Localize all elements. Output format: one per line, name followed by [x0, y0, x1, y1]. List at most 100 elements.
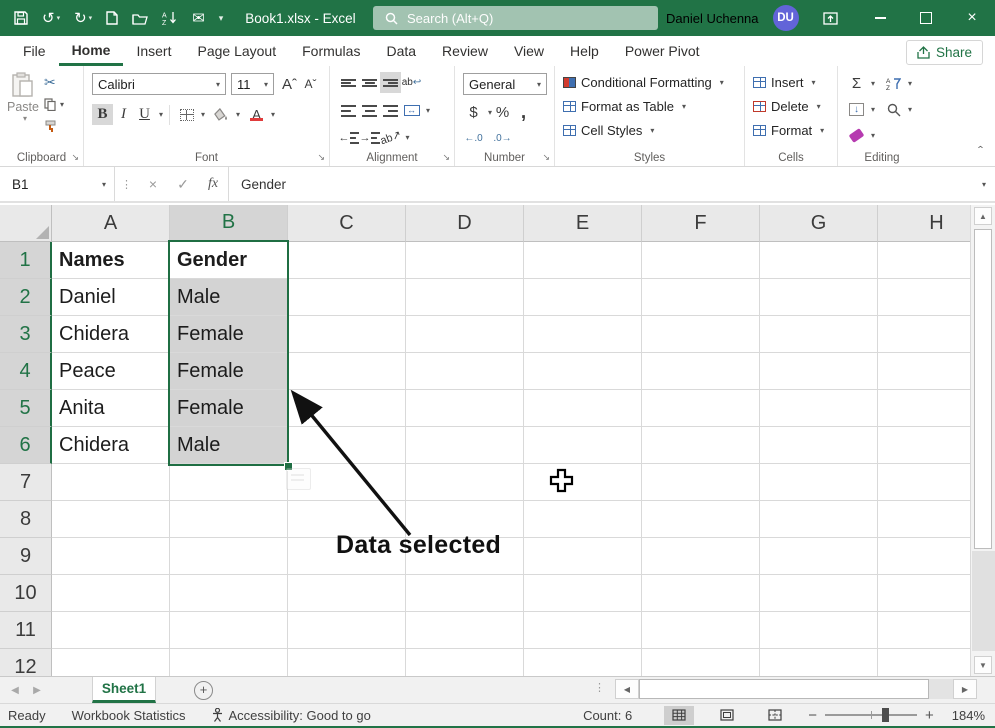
font-color-dropdown[interactable]: ▾ — [271, 110, 275, 119]
row-header-6[interactable]: 6 — [0, 427, 52, 464]
cell-F7[interactable] — [642, 464, 760, 501]
cell-A11[interactable] — [52, 612, 170, 649]
column-header-G[interactable]: G — [760, 205, 878, 242]
cell-A8[interactable] — [52, 501, 170, 538]
tab-review[interactable]: Review — [429, 36, 501, 66]
accessibility-status[interactable]: Accessibility: Good to go — [212, 708, 371, 723]
fill-color-dropdown[interactable]: ▾ — [236, 110, 240, 119]
tab-power-pivot[interactable]: Power Pivot — [612, 36, 713, 66]
new-sheet-icon[interactable]: + — [194, 681, 213, 700]
column-header-B[interactable]: B — [170, 205, 288, 242]
delete-cells-button[interactable]: Delete▾ — [753, 99, 821, 114]
minimize-button[interactable] — [857, 0, 903, 36]
ribbon-display-options-icon[interactable] — [813, 0, 849, 36]
row-header-5[interactable]: 5 — [0, 390, 52, 427]
sort-az-icon[interactable]: AZ — [162, 11, 178, 25]
normal-view-icon[interactable] — [664, 706, 694, 725]
cell-D1[interactable] — [406, 242, 524, 279]
copy-button[interactable]: ▾ — [44, 98, 64, 111]
cell-H9[interactable] — [878, 538, 970, 575]
cell-E6[interactable] — [524, 427, 642, 464]
tab-insert[interactable]: Insert — [123, 36, 184, 66]
increase-decimal-button[interactable]: ←.0 — [463, 128, 484, 149]
clear-button[interactable] — [846, 125, 867, 146]
cell-E4[interactable] — [524, 353, 642, 390]
expand-formula-bar-icon[interactable]: ▾ — [973, 180, 995, 189]
row-header-2[interactable]: 2 — [0, 279, 52, 316]
comma-style-button[interactable]: , — [513, 102, 534, 123]
fill-dropdown[interactable]: ▾ — [871, 105, 875, 114]
cell-C4[interactable] — [288, 353, 406, 390]
open-folder-icon[interactable] — [132, 12, 148, 25]
cell-A9[interactable] — [52, 538, 170, 575]
fill-button[interactable]: ↓ — [846, 99, 867, 120]
cell-B9[interactable] — [170, 538, 288, 575]
cell-E3[interactable] — [524, 316, 642, 353]
cell-C10[interactable] — [288, 575, 406, 612]
cell-F8[interactable] — [642, 501, 760, 538]
fill-color-button[interactable] — [211, 104, 232, 125]
cell-B6[interactable]: Male — [170, 427, 288, 464]
increase-font-size-button[interactable]: Aˆ — [279, 74, 300, 95]
cell-F3[interactable] — [642, 316, 760, 353]
underline-dropdown[interactable]: ▾ — [159, 110, 163, 119]
cell-H11[interactable] — [878, 612, 970, 649]
cell-E11[interactable] — [524, 612, 642, 649]
cell-C6[interactable] — [288, 427, 406, 464]
format-painter-button[interactable] — [44, 120, 57, 133]
redo-icon[interactable]: ↻▾ — [74, 11, 92, 26]
scroll-right-icon[interactable]: ▶ — [953, 679, 977, 699]
confirm-entry-icon[interactable]: ✓ — [168, 176, 198, 193]
format-as-table-button[interactable]: Format as Table▾ — [563, 99, 686, 114]
name-box[interactable]: B1▾ — [0, 167, 115, 201]
zoom-in-icon[interactable]: + — [925, 707, 934, 724]
scroll-up-icon[interactable]: ▲ — [974, 207, 992, 225]
cell-H2[interactable] — [878, 279, 970, 316]
number-format-select[interactable]: General▾ — [463, 73, 547, 95]
undo-icon[interactable]: ↺▾ — [42, 11, 60, 26]
row-header-12[interactable]: 12 — [0, 649, 52, 676]
cell-styles-button[interactable]: Cell Styles▾ — [563, 123, 654, 138]
horizontal-scrollbar[interactable]: ◀ ▶ — [615, 679, 977, 699]
next-sheet-icon[interactable]: ▶ — [22, 677, 52, 703]
cell-H7[interactable] — [878, 464, 970, 501]
row-header-9[interactable]: 9 — [0, 538, 52, 575]
zoom-level[interactable]: 184% — [952, 708, 985, 723]
sort-filter-dropdown[interactable]: ▾ — [908, 79, 912, 88]
bold-button[interactable]: B — [92, 104, 113, 125]
cell-B11[interactable] — [170, 612, 288, 649]
row-header-11[interactable]: 11 — [0, 612, 52, 649]
tab-home[interactable]: Home — [59, 36, 124, 66]
zoom-out-icon[interactable]: − — [808, 707, 817, 724]
scroll-left-icon[interactable]: ◀ — [615, 679, 639, 699]
merge-center-button[interactable]: ↔ — [401, 100, 422, 121]
cell-G2[interactable] — [760, 279, 878, 316]
user-name[interactable]: Daniel Uchenna — [666, 11, 759, 26]
cell-D12[interactable] — [406, 649, 524, 676]
workbook-statistics-button[interactable]: Workbook Statistics — [72, 708, 186, 723]
cell-A10[interactable] — [52, 575, 170, 612]
top-align-button[interactable] — [338, 72, 359, 93]
column-header-H[interactable]: H — [878, 205, 970, 242]
cell-E7[interactable] — [524, 464, 642, 501]
cell-G11[interactable] — [760, 612, 878, 649]
search-box[interactable]: Search (Alt+Q) — [373, 6, 658, 30]
cell-G7[interactable] — [760, 464, 878, 501]
align-center-button[interactable] — [359, 100, 380, 121]
cell-G10[interactable] — [760, 575, 878, 612]
cell-H4[interactable] — [878, 353, 970, 390]
borders-button[interactable] — [176, 104, 197, 125]
cell-G8[interactable] — [760, 501, 878, 538]
decrease-font-size-button[interactable]: Aˇ — [300, 74, 321, 95]
paste-button[interactable]: Paste ▾ — [6, 72, 40, 123]
quick-analysis-icon[interactable] — [286, 468, 311, 490]
cell-D10[interactable] — [406, 575, 524, 612]
cell-E10[interactable] — [524, 575, 642, 612]
align-left-button[interactable] — [338, 100, 359, 121]
sort-filter-button[interactable]: AZ — [883, 73, 904, 94]
format-cells-button[interactable]: Format▾ — [753, 123, 824, 138]
number-dialog-launcher-icon[interactable]: ↘ — [542, 152, 550, 163]
column-header-E[interactable]: E — [524, 205, 642, 242]
percent-style-button[interactable]: % — [492, 102, 513, 123]
cell-F1[interactable] — [642, 242, 760, 279]
